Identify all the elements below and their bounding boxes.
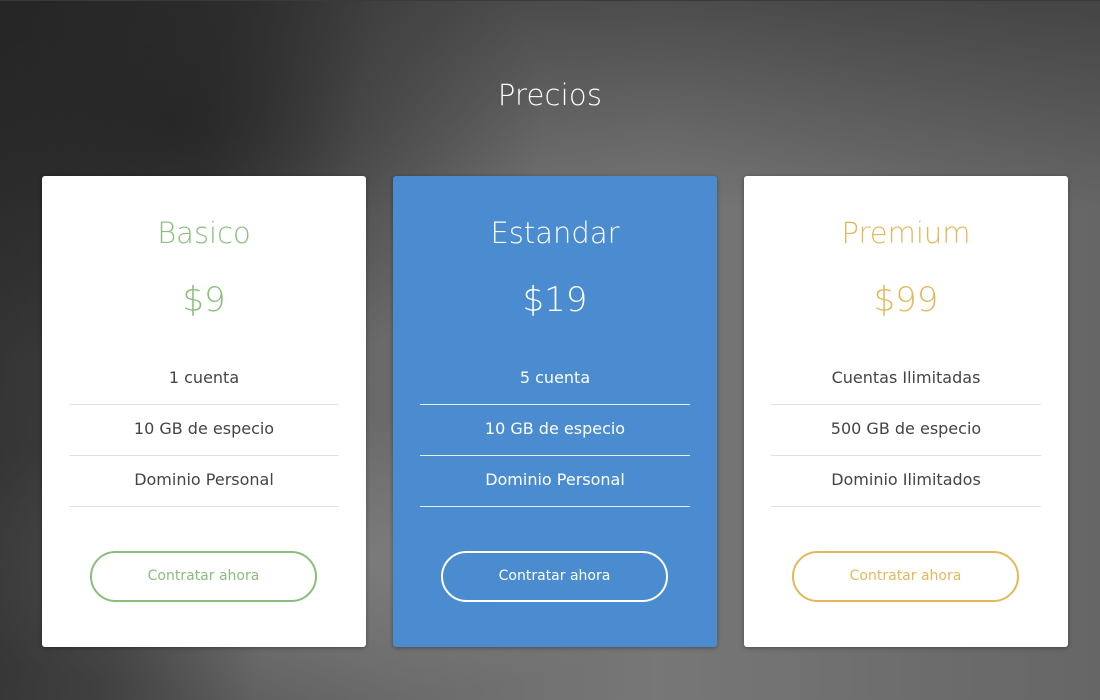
feature-item: Dominio Personal xyxy=(420,456,690,507)
plan-price: $19 xyxy=(522,280,588,320)
feature-item: 10 GB de especio xyxy=(420,405,690,456)
plan-price: $9 xyxy=(182,280,226,320)
plan-price: $99 xyxy=(873,280,939,320)
feature-item: 10 GB de especio xyxy=(69,405,339,456)
plan-name: Estandar xyxy=(490,216,620,250)
feature-item: 1 cuenta xyxy=(69,354,339,405)
contract-button-standard[interactable]: Contratar ahora xyxy=(441,551,668,602)
pricing-card-standard: Estandar $19 5 cuenta 10 GB de especio D… xyxy=(393,176,717,647)
feature-item: 5 cuenta xyxy=(420,354,690,405)
feature-item: Cuentas Ilimitadas xyxy=(771,354,1041,405)
contract-button-basic[interactable]: Contratar ahora xyxy=(90,551,317,602)
plan-name: Basico xyxy=(157,216,251,250)
section-title: Precios xyxy=(497,78,603,112)
top-divider xyxy=(0,0,1100,1)
contract-button-premium[interactable]: Contratar ahora xyxy=(792,551,1019,602)
feature-list: 5 cuenta 10 GB de especio Dominio Person… xyxy=(420,354,690,507)
pricing-card-premium: Premium $99 Cuentas Ilimitadas 500 GB de… xyxy=(744,176,1068,647)
feature-item: Dominio Ilimitados xyxy=(771,456,1041,507)
plan-name: Premium xyxy=(841,216,971,250)
feature-list: 1 cuenta 10 GB de especio Dominio Person… xyxy=(69,354,339,507)
pricing-card-basic: Basico $9 1 cuenta 10 GB de especio Domi… xyxy=(42,176,366,647)
feature-list: Cuentas Ilimitadas 500 GB de especio Dom… xyxy=(771,354,1041,507)
feature-item: 500 GB de especio xyxy=(771,405,1041,456)
feature-item: Dominio Personal xyxy=(69,456,339,507)
